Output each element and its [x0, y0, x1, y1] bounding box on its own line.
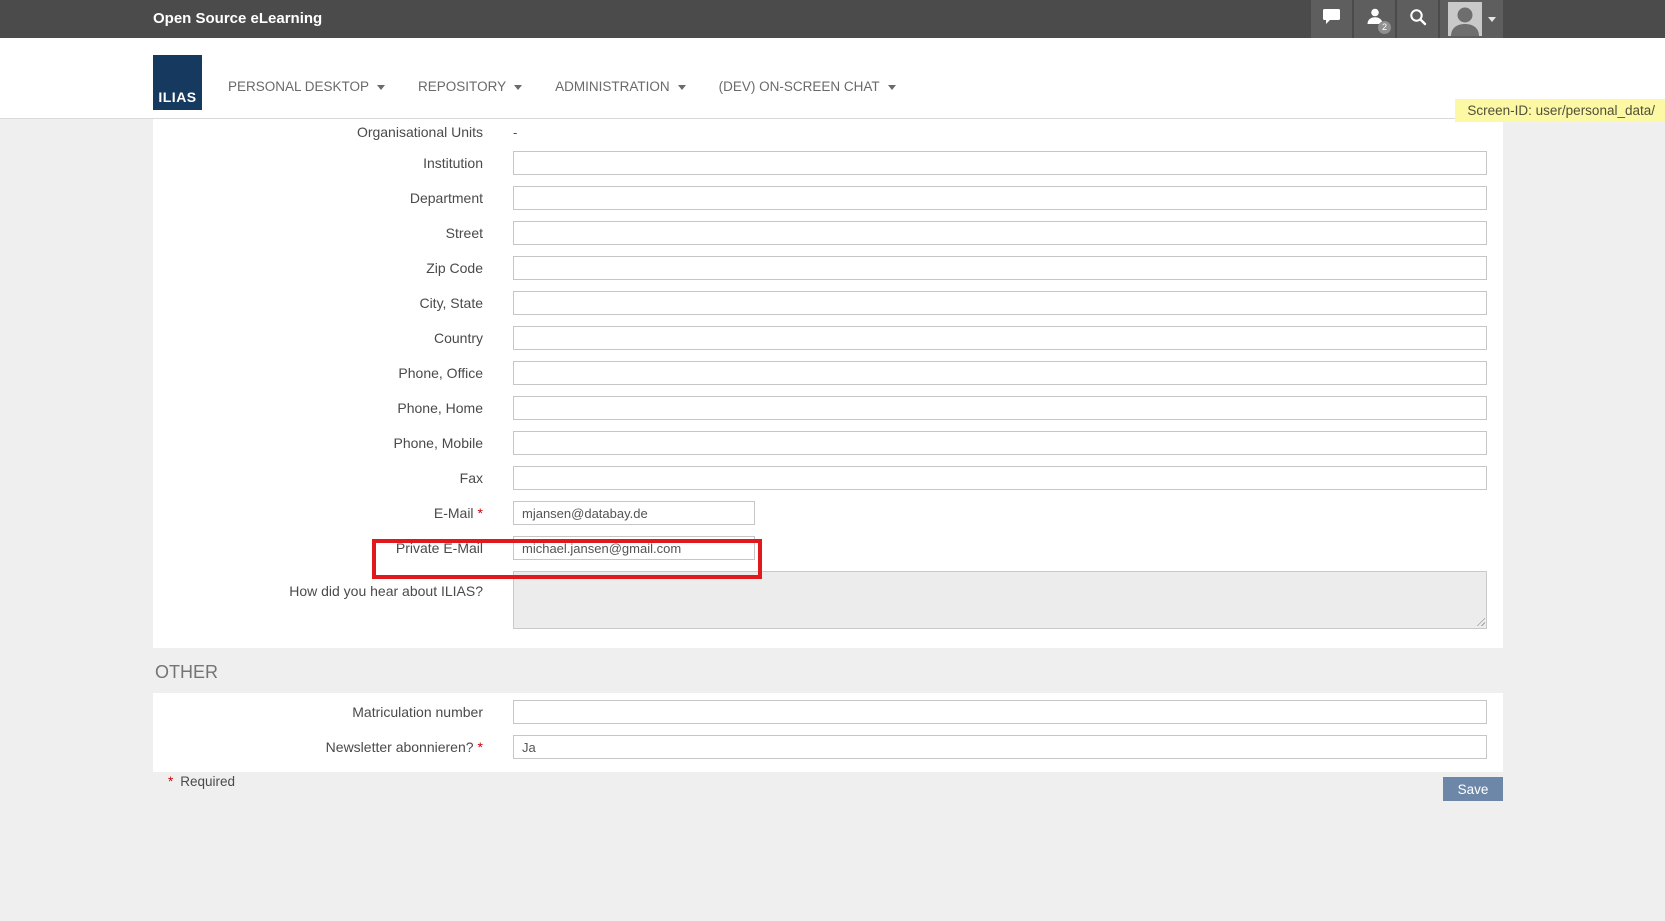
form-row-phone-mobile: Phone, Mobile [153, 431, 1503, 455]
institution-label: Institution [153, 155, 513, 171]
user-menu-button[interactable] [1440, 0, 1503, 38]
chevron-down-icon [1488, 17, 1496, 22]
matriculation-input[interactable] [513, 700, 1487, 724]
chevron-down-icon [514, 85, 522, 90]
phone-home-label: Phone, Home [153, 400, 513, 416]
newsletter-input[interactable] [513, 735, 1487, 759]
nav-administration[interactable]: ADMINISTRATION [555, 79, 686, 94]
phone-home-input[interactable] [513, 396, 1487, 420]
search-icon [1409, 8, 1427, 31]
required-note: *Required [168, 774, 235, 789]
private-email-label: Private E-Mail [153, 540, 513, 556]
phone-mobile-label: Phone, Mobile [153, 435, 513, 451]
main-navbar: ILIAS PERSONAL DESKTOP REPOSITORY ADMINI… [0, 38, 1665, 119]
topbar: Open Source eLearning 2 [0, 0, 1665, 38]
nav-menu: PERSONAL DESKTOP REPOSITORY ADMINISTRATI… [228, 79, 929, 94]
form-row-phone-office: Phone, Office [153, 361, 1503, 385]
street-label: Street [153, 225, 513, 241]
phone-mobile-input[interactable] [513, 431, 1487, 455]
search-button[interactable] [1397, 0, 1438, 38]
chevron-down-icon [888, 85, 896, 90]
organisational-units-label: Organisational Units [153, 124, 513, 140]
city-state-input[interactable] [513, 291, 1487, 315]
country-label: Country [153, 330, 513, 346]
form-row-private-email: Private E-Mail [153, 536, 1503, 560]
hear-about-textarea [513, 571, 1487, 629]
form-row-hear-about: How did you hear about ILIAS? [153, 571, 1503, 629]
save-button[interactable]: Save [1443, 777, 1503, 801]
hear-about-label: How did you hear about ILIAS? [153, 571, 513, 599]
nav-onscreen-chat[interactable]: (DEV) ON-SCREEN CHAT [719, 79, 896, 94]
nav-repository[interactable]: REPOSITORY [418, 79, 522, 94]
avatar [1448, 2, 1482, 36]
notification-badge: 2 [1378, 21, 1391, 34]
screen-id-badge: Screen-ID: user/personal_data/ [1455, 99, 1665, 122]
other-form-panel: Matriculation number Newsletter abonnier… [153, 693, 1503, 772]
form-row-country: Country [153, 326, 1503, 350]
form-row-phone-home: Phone, Home [153, 396, 1503, 420]
zip-code-label: Zip Code [153, 260, 513, 276]
required-asterisk: * [478, 739, 483, 755]
hear-about-textarea-wrap [513, 571, 1487, 629]
city-state-label: City, State [153, 295, 513, 311]
form-row-fax: Fax [153, 466, 1503, 490]
required-asterisk: * [478, 505, 483, 521]
other-section-header: OTHER [155, 662, 218, 683]
chat-icon [1322, 8, 1341, 30]
form-row-newsletter: Newsletter abonnieren?* [153, 735, 1503, 759]
form-row-email: E-Mail* [153, 501, 1503, 525]
institution-input[interactable] [513, 151, 1487, 175]
nav-personal-desktop[interactable]: PERSONAL DESKTOP [228, 79, 385, 94]
ilias-logo[interactable]: ILIAS [153, 55, 202, 110]
form-row-matriculation: Matriculation number [153, 700, 1503, 724]
form-row-city-state: City, State [153, 291, 1503, 315]
form-row-department: Department [153, 186, 1503, 210]
required-asterisk: * [168, 774, 173, 789]
form-row-zip-code: Zip Code [153, 256, 1503, 280]
form-row-organisational-units: Organisational Units - [153, 124, 1503, 140]
street-input[interactable] [513, 221, 1487, 245]
chevron-down-icon [377, 85, 385, 90]
department-input[interactable] [513, 186, 1487, 210]
department-label: Department [153, 190, 513, 206]
email-input[interactable] [513, 501, 755, 525]
fax-label: Fax [153, 470, 513, 486]
organisational-units-value: - [513, 125, 517, 140]
matriculation-label: Matriculation number [153, 704, 513, 720]
form-row-street: Street [153, 221, 1503, 245]
chevron-down-icon [678, 85, 686, 90]
email-label: E-Mail* [153, 505, 513, 521]
newsletter-label: Newsletter abonnieren?* [153, 739, 513, 755]
form-row-institution: Institution [153, 151, 1503, 175]
phone-office-label: Phone, Office [153, 365, 513, 381]
app-title: Open Source eLearning [153, 0, 322, 38]
personal-data-form-panel: Organisational Units - Institution Depar… [153, 119, 1503, 648]
private-email-input[interactable] [513, 536, 755, 560]
phone-office-input[interactable] [513, 361, 1487, 385]
fax-input[interactable] [513, 466, 1487, 490]
topbar-actions: 2 [1311, 0, 1503, 38]
awareness-button[interactable]: 2 [1354, 0, 1395, 38]
chat-button[interactable] [1311, 0, 1352, 38]
country-input[interactable] [513, 326, 1487, 350]
zip-code-input[interactable] [513, 256, 1487, 280]
